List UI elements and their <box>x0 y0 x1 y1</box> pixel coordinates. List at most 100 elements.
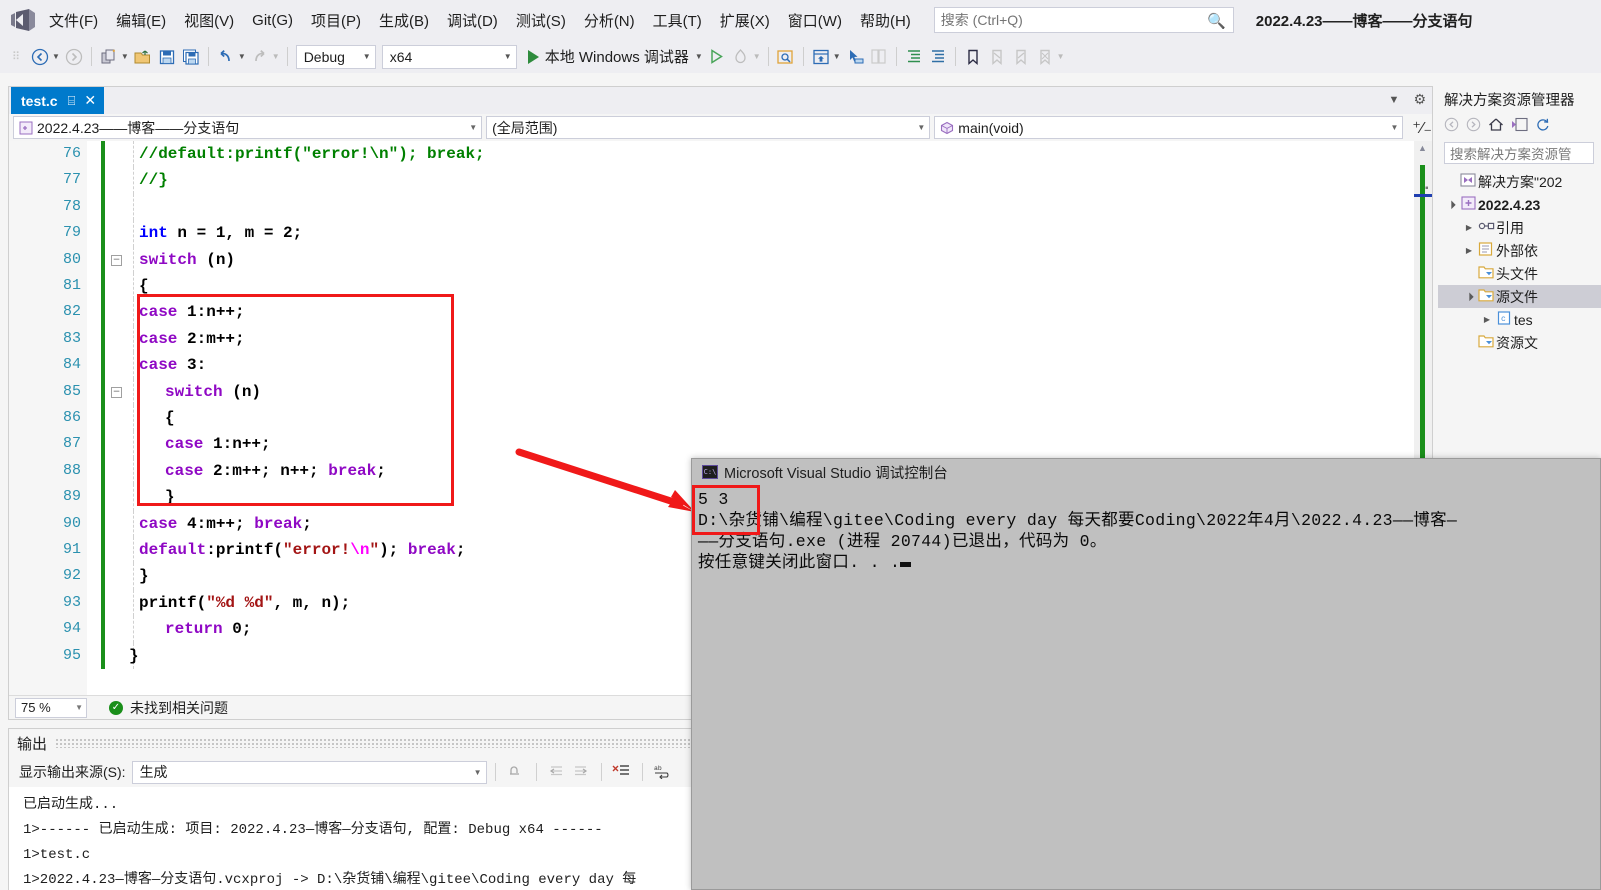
indent-icon[interactable] <box>903 45 925 69</box>
solution-tree-item[interactable]: ▶ 外部依 <box>1438 239 1601 262</box>
menu-item-project[interactable]: 项目(P) <box>302 6 370 35</box>
zoom-selector[interactable]: 75 % ▼ <box>15 697 87 718</box>
refresh-icon[interactable] <box>1535 117 1550 135</box>
solution-explorer-icon[interactable] <box>810 45 832 69</box>
menu-item-build[interactable]: 生成(B) <box>370 6 438 35</box>
gear-icon[interactable]: ⚙ <box>1413 91 1426 108</box>
navigate-back-icon[interactable] <box>29 45 51 69</box>
code-text: case 2:m++; <box>139 326 245 352</box>
chevron-down-icon[interactable]: ▼ <box>474 768 482 777</box>
console-title-bar[interactable]: C:\ Microsoft Visual Studio 调试控制台 <box>692 459 1600 485</box>
scope-selector[interactable]: (全局范围) ▼ <box>486 116 931 139</box>
menu-item-edit[interactable]: 编辑(E) <box>107 6 175 35</box>
menu-item-help[interactable]: 帮助(H) <box>851 6 920 35</box>
solution-explorer-dropdown-icon[interactable]: ▼ <box>833 52 841 61</box>
outdent-icon[interactable] <box>927 45 949 69</box>
solution-tree-item[interactable]: 头文件 <box>1438 262 1601 285</box>
solution-tree-item[interactable]: ▶ c tes <box>1438 308 1601 331</box>
start-debug-dropdown-icon[interactable]: ▼ <box>695 52 703 61</box>
menu-item-view[interactable]: 视图(V) <box>175 6 243 35</box>
close-icon[interactable]: ✕ <box>84 92 96 109</box>
prev-message-icon[interactable] <box>545 763 569 781</box>
solution-tree-item[interactable]: ▶ 引用 <box>1438 216 1601 239</box>
menu-item-git[interactable]: Git(G) <box>243 8 302 33</box>
console-output-area[interactable]: 5 3 D:\杂货铺\编程\gitee\Coding every day 每天都要… <box>692 485 1600 889</box>
new-project-icon[interactable] <box>98 45 120 69</box>
fold-collapse-icon[interactable]: − <box>111 254 122 266</box>
code-line[interactable]: 77 //} <box>9 167 1432 194</box>
tree-collapsed-icon[interactable]: ▶ <box>1480 315 1494 324</box>
next-message-icon[interactable] <box>569 763 593 781</box>
forward-icon[interactable] <box>1466 117 1481 135</box>
tree-expanded-icon[interactable]: ◢ <box>1443 196 1459 212</box>
scroll-up-icon[interactable]: ▲ <box>1418 143 1427 153</box>
menu-item-extensions[interactable]: 扩展(X) <box>711 6 779 35</box>
code-line[interactable]: 79 int n = 1, m = 2; <box>9 220 1432 247</box>
tree-collapsed-icon[interactable]: ▶ <box>1462 246 1476 255</box>
solution-tree-item[interactable]: ◢ 源文件 <box>1438 285 1601 308</box>
code-line[interactable]: 83 case 2:m++; <box>9 325 1432 353</box>
code-line[interactable]: 81 { <box>9 273 1432 300</box>
split-view-icon[interactable]: ⁺⁄₋ <box>1412 118 1432 138</box>
configuration-selector[interactable]: Debug ▼ <box>295 44 376 69</box>
chevron-down-icon[interactable]: ▼ <box>75 703 83 712</box>
code-line[interactable]: 85 − switch (n) <box>9 378 1432 405</box>
search-input[interactable] <box>940 12 1201 28</box>
solution-search-input[interactable]: 搜索解决方案资源管 <box>1444 142 1594 164</box>
visual-studio-window: 文件(F) 编辑(E) 视图(V) Git(G) 项目(P) 生成(B) 调试(D) 测试(S… <box>0 0 1601 890</box>
code-token: case <box>139 356 178 375</box>
fold-collapse-icon[interactable]: − <box>111 386 122 398</box>
undo-dropdown-icon[interactable]: ▼ <box>238 52 246 61</box>
start-debugging-button[interactable]: 本地 Windows 调试器 ▼ <box>527 46 705 67</box>
chevron-down-icon[interactable]: ▼ <box>1391 123 1399 132</box>
chevron-down-icon[interactable]: ▼ <box>1389 94 1400 106</box>
start-without-debugging-icon[interactable] <box>706 45 728 69</box>
code-line[interactable]: 87 case 1:n++; <box>9 431 1432 458</box>
menu-item-analyze[interactable]: 分析(N) <box>575 6 644 35</box>
sync-with-active-document-icon[interactable] <box>1511 117 1528 135</box>
word-wrap-icon[interactable]: ab <box>651 763 675 782</box>
solution-tree-item[interactable]: 解决方案"202 <box>1438 170 1601 193</box>
code-line[interactable]: 78 <box>9 193 1432 221</box>
undo-icon[interactable] <box>215 45 237 69</box>
clear-all-icon[interactable] <box>610 763 634 782</box>
code-line[interactable]: 76 //default:printf("error!\n"); break; <box>9 141 1432 168</box>
save-all-icon[interactable] <box>180 45 202 69</box>
open-file-icon[interactable] <box>132 45 154 69</box>
code-line[interactable]: 84 case 3: <box>9 352 1432 379</box>
search-box[interactable]: 🔍 <box>933 7 1234 33</box>
find-in-files-icon[interactable] <box>775 45 797 69</box>
navigate-back-dropdown-icon[interactable]: ▼ <box>52 52 60 61</box>
platform-selector[interactable]: x64 ▼ <box>381 44 517 69</box>
bookmark-icon[interactable] <box>962 45 984 69</box>
member-selector[interactable]: main(void) ▼ <box>934 116 1404 139</box>
toolbar-overflow-icon[interactable]: ▼ <box>1057 52 1065 61</box>
menu-item-file[interactable]: 文件(F) <box>40 6 107 35</box>
menu-item-window[interactable]: 窗口(W) <box>779 6 851 35</box>
issue-status[interactable]: ✓ 未找到相关问题 <box>109 698 228 718</box>
code-line[interactable]: 80 − switch (n) <box>9 246 1432 273</box>
new-project-dropdown-icon[interactable]: ▼ <box>121 52 129 61</box>
chevron-down-icon[interactable]: ▼ <box>469 123 477 132</box>
output-source-selector[interactable]: 生成 ▼ <box>131 760 487 784</box>
tree-collapsed-icon[interactable]: ▶ <box>1462 223 1476 232</box>
menu-item-tools[interactable]: 工具(T) <box>644 6 711 35</box>
chevron-down-icon[interactable]: ▼ <box>917 123 925 132</box>
tree-expanded-icon[interactable]: ◢ <box>1461 288 1477 304</box>
pointer-select-icon[interactable] <box>844 45 866 69</box>
home-icon[interactable] <box>1488 117 1504 135</box>
jump-to-icon[interactable] <box>504 763 528 781</box>
code-line[interactable]: 82 case 1:n++; <box>9 299 1432 326</box>
menu-item-debug[interactable]: 调试(D) <box>438 6 507 35</box>
pin-icon[interactable]: ⌸ <box>68 93 76 109</box>
save-icon[interactable] <box>156 45 178 69</box>
solution-tree-item[interactable]: ◢ 2022.4.23 <box>1438 193 1601 216</box>
project-selector[interactable]: 2022.4.23——博客——分支语句 ▼ <box>13 116 483 139</box>
code-line[interactable]: 86 { <box>9 405 1432 432</box>
document-tab-test-c[interactable]: test.c ⌸ ✕ <box>11 87 105 114</box>
solution-tree-item[interactable]: 资源文 <box>1438 331 1601 354</box>
menu-item-test[interactable]: 测试(S) <box>507 6 575 35</box>
grip-handle[interactable]: ⠿ <box>5 45 27 69</box>
back-icon[interactable] <box>1444 117 1459 135</box>
debug-console-window[interactable]: C:\ Microsoft Visual Studio 调试控制台 5 3 D:\… <box>691 458 1601 890</box>
